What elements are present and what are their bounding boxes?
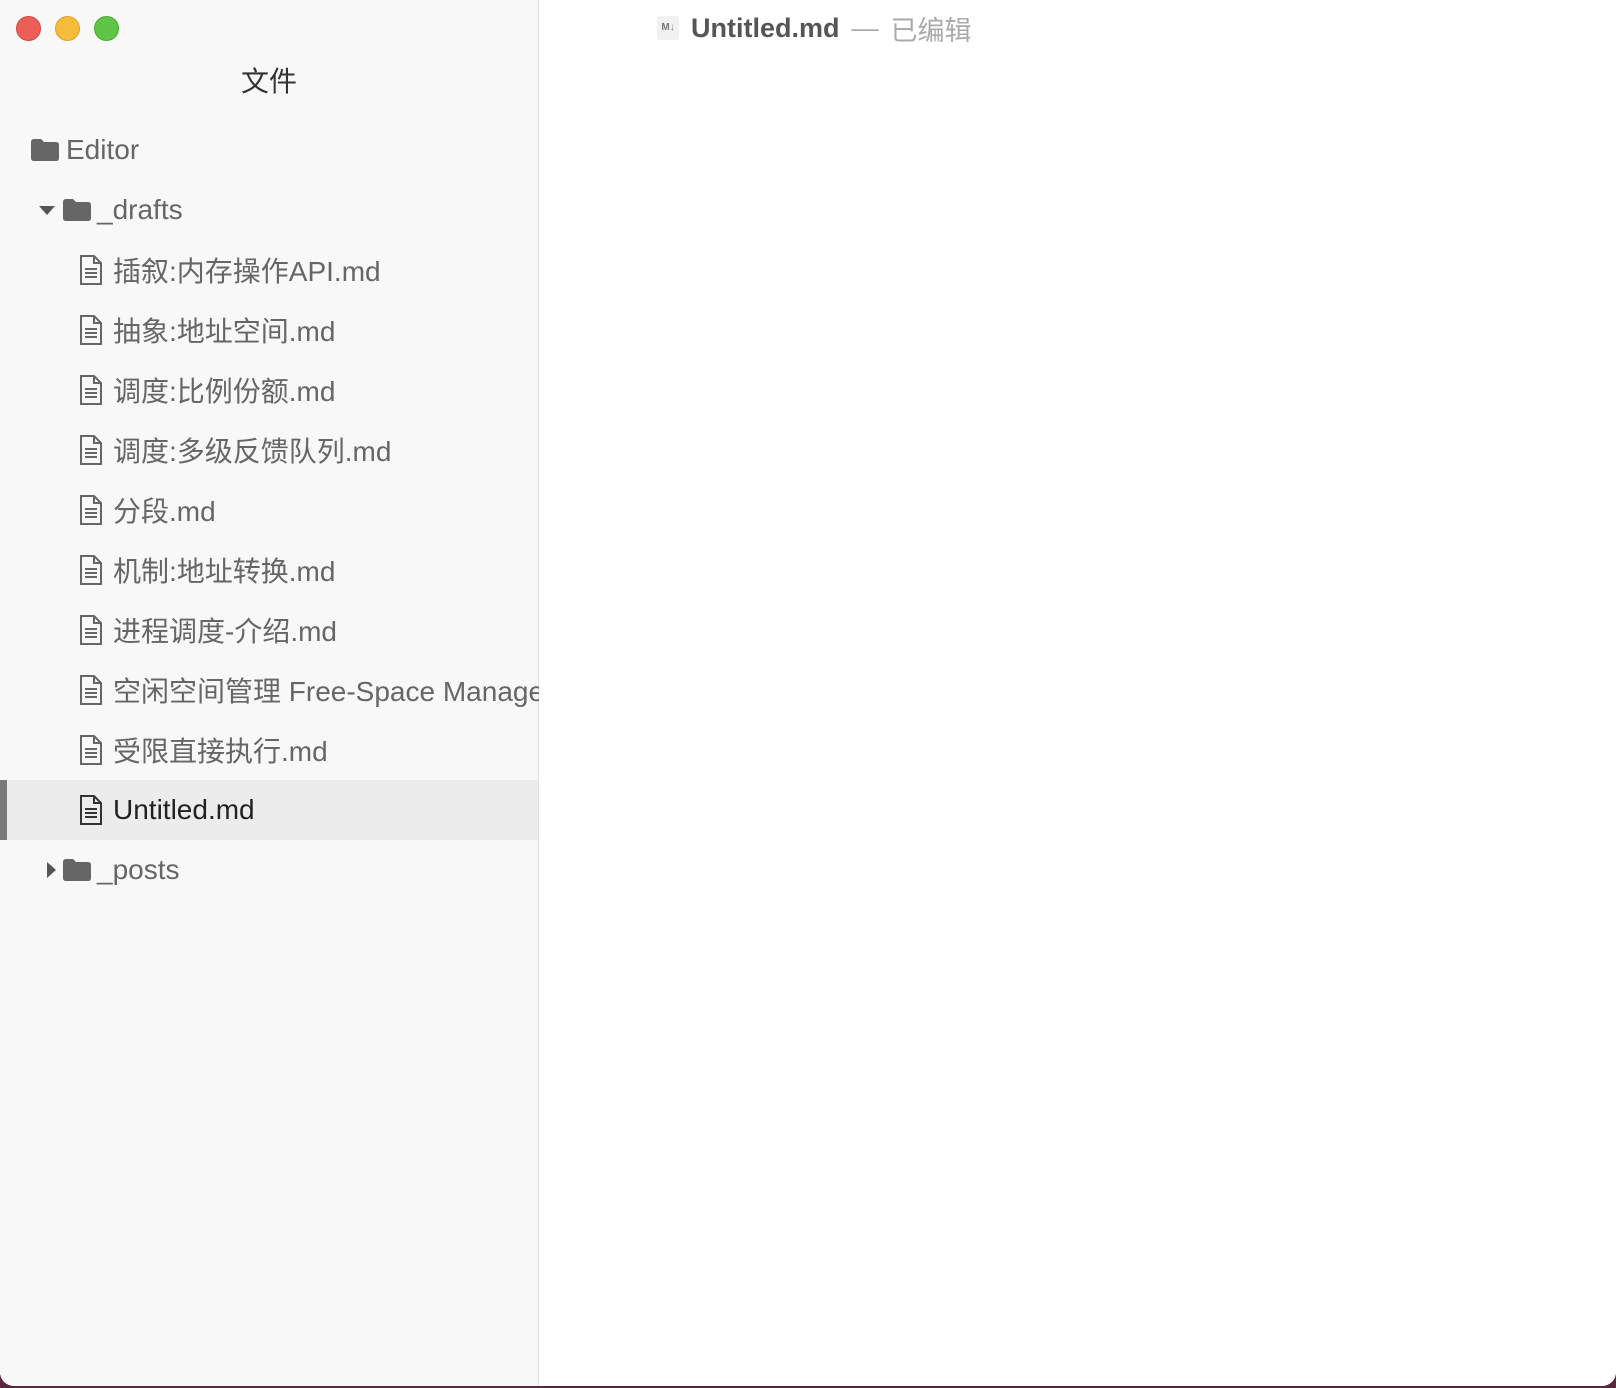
file-icon [80, 315, 102, 345]
tree-file[interactable]: 调度:比例份额.md [0, 360, 538, 420]
title-separator: — [851, 12, 879, 43]
tree-label: 机制:地址转换.md [113, 556, 336, 587]
tree-label: 调度:多级反馈队列.md [113, 436, 392, 467]
tree-label: _posts [97, 854, 180, 885]
edited-status: 已编辑 [890, 15, 972, 46]
tree-label: 调度:比例份额.md [113, 376, 336, 407]
tree-label: 分段.md [113, 496, 216, 527]
tree-file[interactable]: 空闲空间管理 Free-Space Manage [0, 660, 544, 720]
tree-label: Untitled.md [113, 794, 255, 825]
sidebar-title: 文件 [240, 66, 297, 97]
file-icon [80, 435, 102, 465]
zoom-button[interactable] [94, 16, 119, 41]
tree-folder-drafts[interactable]: _drafts [0, 180, 538, 240]
file-icon [80, 255, 102, 285]
close-button[interactable] [16, 16, 41, 41]
file-sidebar: 文件 Editor _drafts 插叙:内存操作API.md 抽象:地址空间.… [0, 0, 544, 1386]
chevron-right-icon[interactable] [47, 862, 56, 878]
file-icon [80, 615, 102, 645]
file-icon [80, 375, 102, 405]
tree-file[interactable]: 调度:多级反馈队列.md [0, 420, 538, 480]
editor-area[interactable]: M↓ Untitled.md — 已编辑 [539, 0, 1616, 1386]
folder-icon [63, 859, 91, 881]
file-icon [80, 795, 102, 825]
file-tree: Editor _drafts 插叙:内存操作API.md 抽象:地址空间.md [0, 120, 544, 900]
tree-label: 空闲空间管理 Free-Space Manage [113, 676, 545, 707]
tree-label: _drafts [97, 194, 183, 225]
window-controls [16, 16, 119, 41]
window-titlebar: M↓ Untitled.md — 已编辑 [539, 8, 1616, 48]
markdown-icon: M↓ [657, 16, 679, 40]
file-icon [80, 495, 102, 525]
tree-file[interactable]: 受限直接执行.md [0, 720, 538, 780]
tree-file[interactable]: 分段.md [0, 480, 538, 540]
folder-icon [63, 199, 91, 221]
tree-file[interactable]: 插叙:内存操作API.md [0, 240, 538, 300]
tree-file[interactable]: 进程调度-介绍.md [0, 600, 538, 660]
file-icon [80, 675, 102, 705]
tree-root-editor[interactable]: Editor [0, 120, 538, 180]
app-window: 文件 Editor _drafts 插叙:内存操作API.md 抽象:地址空间.… [0, 0, 1616, 1386]
minimize-button[interactable] [55, 16, 80, 41]
tree-label: Editor [66, 134, 140, 165]
tree-file[interactable]: 抽象:地址空间.md [0, 300, 538, 360]
tree-label: 插叙:内存操作API.md [113, 256, 381, 287]
file-icon [80, 735, 102, 765]
tree-label: 受限直接执行.md [113, 736, 328, 767]
file-icon [80, 555, 102, 585]
document-name: Untitled.md [691, 12, 840, 43]
tree-file[interactable]: 机制:地址转换.md [0, 540, 538, 600]
folder-icon [31, 139, 59, 161]
window-title: M↓ Untitled.md — 已编辑 [657, 8, 972, 48]
tree-label: 抽象:地址空间.md [113, 316, 336, 347]
tree-file-selected[interactable]: Untitled.md [0, 780, 538, 840]
tree-folder-posts[interactable]: _posts [0, 840, 538, 900]
chevron-down-icon[interactable] [39, 206, 55, 215]
tree-label: 进程调度-介绍.md [113, 616, 338, 647]
